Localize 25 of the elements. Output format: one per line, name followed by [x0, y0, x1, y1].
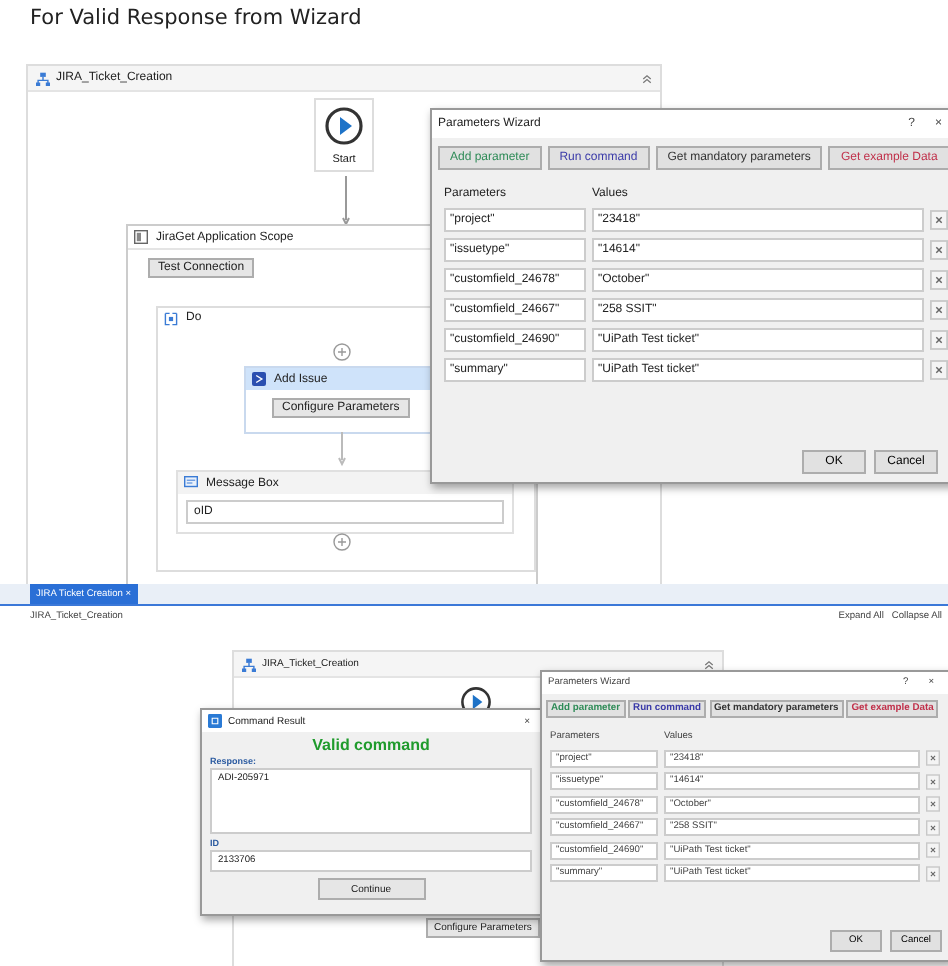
scope-icon	[134, 230, 148, 244]
remove-icon[interactable]	[930, 330, 948, 350]
page-heading: For Valid Response from Wizard	[30, 6, 362, 30]
connector-arrow	[338, 432, 346, 468]
flowchart-icon	[36, 71, 50, 85]
flowchart-icon	[242, 657, 256, 671]
remove-icon[interactable]	[930, 270, 948, 290]
remove-icon[interactable]	[930, 210, 948, 230]
remove-icon[interactable]	[930, 360, 948, 380]
collapse-icon[interactable]	[642, 73, 652, 83]
remove-icon[interactable]	[926, 773, 940, 789]
play-icon	[324, 106, 364, 146]
add-icon[interactable]	[332, 532, 352, 552]
sequence-icon	[164, 311, 178, 325]
remove-icon[interactable]	[926, 796, 940, 812]
remove-icon[interactable]	[926, 842, 940, 858]
add-icon[interactable]	[332, 342, 352, 362]
collapse-icon[interactable]	[704, 659, 714, 669]
connector-arrow	[342, 176, 350, 228]
remove-icon[interactable]	[930, 240, 948, 260]
remove-icon[interactable]	[926, 865, 940, 881]
remove-icon[interactable]	[926, 750, 940, 766]
remove-icon[interactable]	[926, 819, 940, 835]
status-message: Valid command	[312, 736, 430, 754]
remove-icon[interactable]	[930, 300, 948, 320]
